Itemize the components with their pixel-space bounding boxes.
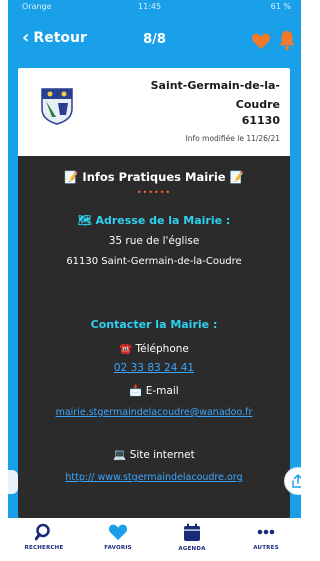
section-title: 📝 Infos Pratiques Mairie 📝 (64, 170, 244, 184)
tab-favoris[interactable]: FAVORIS (88, 523, 148, 551)
address-street: 35 rue de l'église (108, 235, 200, 247)
tab-autres[interactable]: AUTRES (236, 523, 296, 551)
tab-label: AUTRES (253, 545, 279, 551)
tab-agenda[interactable]: AGENDA (162, 523, 222, 552)
postal-code: 61130 (241, 114, 280, 127)
tab-label: AGENDA (178, 546, 206, 552)
status-bar: Orange 11:45 61 % (8, 0, 301, 16)
clock: 11:45 (138, 2, 162, 11)
address-heading: 🗺 Adresse de la Mairie : (77, 214, 231, 227)
divider-dots: •••••• (136, 188, 172, 197)
calendar-icon (184, 523, 200, 541)
website-label: 💻 Site internet (113, 449, 195, 461)
app-screen: Orange 11:45 61 % ‹ Retour 8/8 Saint-Ger… (8, 0, 301, 561)
email-link[interactable]: mairie.stgermaindelacoudre@wanadoo.fr (24, 404, 284, 422)
address-city: 61130 Saint-Germain-de-la-Coudre (66, 256, 242, 267)
heart-icon[interactable] (251, 32, 271, 50)
last-updated: Info modifiée le 11/26/21 (185, 134, 280, 143)
info-card: Saint-Germain-de-la-Coudre 61130 Info mo… (18, 68, 290, 518)
email-label: 📩 E-mail (129, 385, 179, 397)
share-icon (292, 474, 301, 488)
phone-label: ☎️ Téléphone (119, 343, 189, 355)
town-name: Saint-Germain-de-la-Coudre (150, 79, 280, 111)
bell-icon[interactable] (278, 29, 296, 51)
tab-recherche[interactable]: RECHERCHE (14, 523, 74, 551)
heart-icon (108, 524, 128, 541)
more-icon (257, 529, 275, 535)
tab-label: FAVORIS (104, 545, 132, 551)
phone-link[interactable]: 02 33 83 24 41 (18, 362, 290, 374)
carrier: Orange (22, 2, 52, 11)
town-header: Saint-Germain-de-la-Coudre 61130 Info mo… (18, 68, 290, 156)
battery: 61 % (270, 2, 291, 11)
search-icon (35, 523, 50, 541)
bottom-tab-bar: RECHERCHE FAVORIS AGENDA AUTRES (8, 518, 301, 561)
website-link[interactable]: http:// www.stgermaindelacoudre.org (24, 468, 284, 488)
tab-label: RECHERCHE (24, 545, 64, 551)
nav-bar: ‹ Retour 8/8 (8, 18, 301, 64)
contact-heading: Contacter la Mairie : (90, 318, 218, 331)
coat-of-arms-logo (41, 88, 73, 125)
side-drawer-handle[interactable] (8, 470, 18, 494)
